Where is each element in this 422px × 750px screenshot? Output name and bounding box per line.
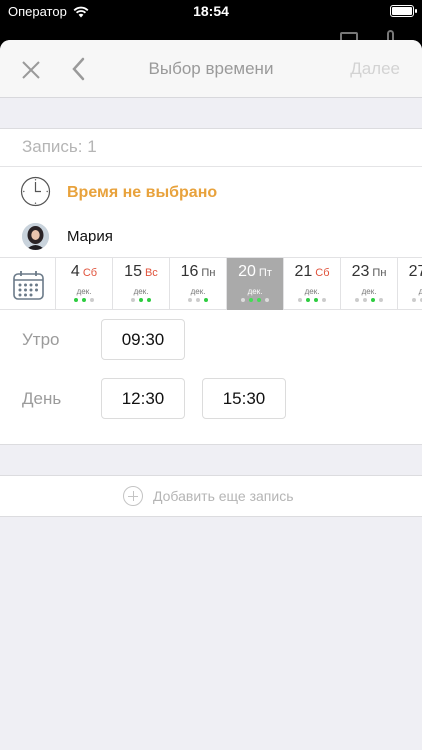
day-month: дек. (361, 287, 377, 296)
day-month: дек. (304, 287, 320, 296)
day-21[interactable]: 21 Сб дек. (284, 258, 341, 310)
day-of-week: Сб (315, 267, 330, 279)
time-status: Время не выбрано (67, 184, 218, 201)
day-label: День (22, 389, 62, 408)
day-16[interactable]: 16 Пн дек. (170, 258, 227, 310)
day-number-value: 23 (351, 263, 370, 280)
day-month: дек. (190, 287, 206, 296)
availability-dots (284, 298, 340, 302)
unavailable-dot (131, 298, 135, 302)
availability-dots (341, 298, 397, 302)
unavailable-dot (298, 298, 302, 302)
booking-card: Запись: 1 Время не выбрано Мария 4 Сб де… (0, 128, 422, 445)
day-number: 27Пн (398, 264, 422, 280)
availability-dots (170, 298, 226, 302)
unavailable-dot (363, 298, 367, 302)
available-dot (257, 298, 261, 302)
availability-dots (227, 298, 283, 302)
plus-circle-icon (123, 486, 143, 506)
unavailable-dot (322, 298, 326, 302)
day-23[interactable]: 23 Пн дек. (341, 258, 398, 310)
available-dot (139, 298, 143, 302)
morning-label: Утро (22, 330, 60, 349)
calendar-button[interactable] (0, 258, 56, 310)
available-dot (306, 298, 310, 302)
day-number: 16 Пн (170, 264, 226, 280)
date-strip: 4 Сб дек. 15 Вс дек. 16 Пн дек. 20 Пт дек. 21 Сб дек. 2… (0, 257, 422, 310)
next-button[interactable]: Далее (350, 59, 400, 79)
day-number: 21 Сб (284, 264, 340, 280)
unavailable-dot (265, 298, 269, 302)
unavailable-dot (379, 298, 383, 302)
day-number-value: 4 (70, 263, 80, 280)
day-20[interactable]: 20 Пт дек. (227, 258, 284, 310)
add-entry-label: Добавить еще запись (153, 488, 294, 504)
status-time: 18:54 (193, 3, 229, 19)
day-of-week: Пн (201, 267, 216, 279)
unavailable-dot (241, 298, 245, 302)
available-dot (249, 298, 253, 302)
available-dot (74, 298, 78, 302)
time-slot-1530[interactable]: 15:30 (202, 378, 286, 419)
day-of-week: Сб (82, 267, 98, 279)
day-number: 4 Сб (56, 264, 112, 280)
unavailable-dot (196, 298, 200, 302)
day-4[interactable]: 4 Сб дек. (56, 258, 113, 310)
day-number-value: 16 (180, 263, 199, 280)
day-month: дек. (133, 287, 149, 296)
day-of-week: Пт (258, 267, 272, 279)
unavailable-dot (412, 298, 416, 302)
day-number-value: 27 (408, 263, 422, 280)
battery-icon (390, 5, 417, 17)
entry-label: Запись: 1 (22, 137, 97, 156)
day-of-week: Пн (372, 267, 387, 279)
divider (0, 166, 422, 167)
day-27[interactable]: 27Пн дек. (398, 258, 422, 310)
unavailable-dot (90, 298, 94, 302)
master-name: Мария (67, 228, 113, 245)
nav-bar: Выбор времени Далее (0, 40, 422, 98)
available-dot (371, 298, 375, 302)
day-of-week: Вс (144, 267, 158, 279)
day-number: 20 Пт (227, 264, 283, 280)
availability-dots (113, 298, 169, 302)
day-month: дек. (418, 287, 422, 296)
availability-dots (56, 298, 112, 302)
time-selection-sheet: Выбор времени Далее Запись: 1 Время не в… (0, 40, 422, 750)
calendar-icon (13, 271, 44, 300)
day-number: 23 Пн (341, 264, 397, 280)
clock-icon (20, 176, 51, 207)
add-entry-button[interactable]: Добавить еще запись (0, 475, 422, 517)
available-dot (204, 298, 208, 302)
status-bar: Оператор 18:54 (0, 0, 422, 24)
day-number-value: 20 (238, 263, 256, 280)
unavailable-dot (188, 298, 192, 302)
master-avatar (22, 223, 49, 250)
day-month: дек. (247, 287, 263, 296)
available-dot (147, 298, 151, 302)
time-slot-1230[interactable]: 12:30 (101, 378, 185, 419)
available-dot (314, 298, 318, 302)
day-number: 15 Вс (113, 264, 169, 280)
day-number-value: 15 (124, 263, 142, 280)
availability-dots (398, 298, 422, 302)
available-dot (82, 298, 86, 302)
day-month: дек. (76, 287, 92, 296)
time-slot-0930[interactable]: 09:30 (101, 319, 185, 360)
day-number-value: 21 (294, 263, 313, 280)
unavailable-dot (355, 298, 359, 302)
day-15[interactable]: 15 Вс дек. (113, 258, 170, 310)
